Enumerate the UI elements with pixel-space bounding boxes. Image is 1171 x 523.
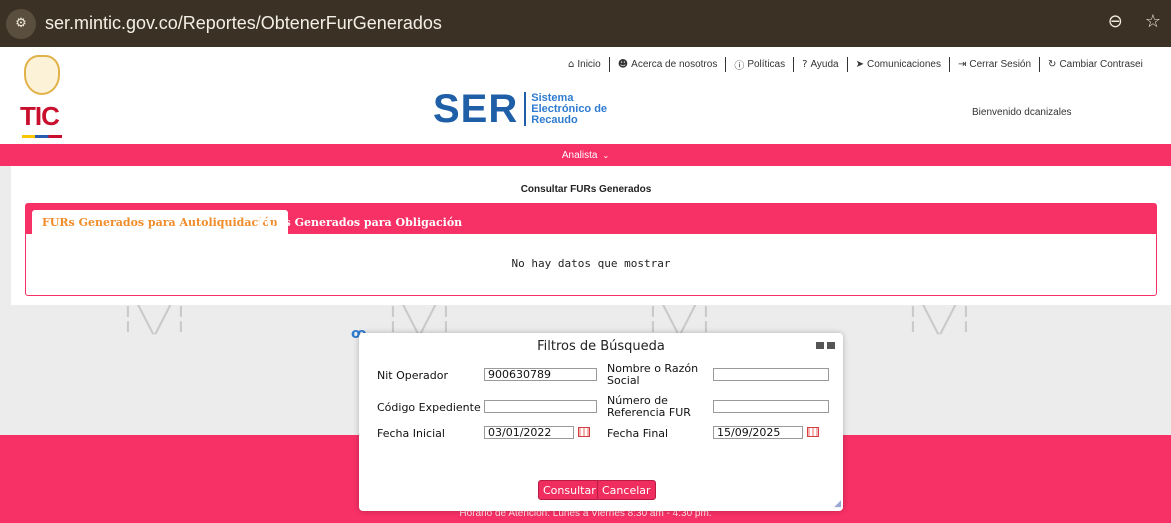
nav-label: Políticas (747, 59, 786, 70)
nav-label: Cerrar Sesión (969, 59, 1032, 70)
cancelar-button[interactable]: Cancelar (597, 480, 656, 500)
background-pattern: ╎╲╱╎ (120, 305, 191, 335)
dialog-title: Filtros de Búsqueda (537, 339, 665, 354)
ser-subtitle-line: Sistema (531, 91, 574, 104)
numero-referencia-fur-label: Número de Referencia FUR (607, 395, 691, 419)
calendar-icon[interactable] (807, 427, 819, 437)
background-pattern: ╎╲╱╎ (905, 305, 976, 335)
tab-strip: FURs Generados para Autoliquidación FURs… (26, 204, 1156, 234)
background-pattern: ╎╲╱╎ (645, 305, 716, 335)
tune-icon[interactable]: ⚙ (6, 8, 36, 39)
consultar-button[interactable]: Consultar (538, 480, 601, 500)
chevron-down-icon: ⌄ (602, 150, 610, 160)
tabs-container: FURs Generados para Autoliquidación FURs… (25, 203, 1157, 296)
nav-label: Comunicaciones (867, 59, 941, 70)
help-icon: ? (802, 59, 808, 70)
nav-label: Inicio (577, 59, 601, 70)
dialog-controls (816, 342, 835, 349)
ser-logo-divider (524, 92, 527, 126)
nit-operador-label: Nit Operador (377, 369, 449, 382)
fecha-inicial-label: Fecha Inicial (377, 427, 445, 440)
tic-logo-text: TIC (20, 101, 60, 131)
nav-acerca[interactable]: ☻ Acerca de nosotros (610, 57, 727, 72)
nav-comunicaciones[interactable]: ➤ Comunicaciones (848, 57, 950, 72)
ser-subtitle-line: Electrónico de (531, 102, 608, 115)
nav-label: Ayuda (810, 59, 839, 70)
ser-logo-subtitle: Sistema Electrónico de Recaudo (531, 91, 608, 126)
nombre-razon-social-input[interactable] (713, 368, 829, 381)
label-line: Referencia FUR (607, 406, 691, 419)
home-icon: ⌂ (568, 59, 575, 70)
maximize-icon[interactable] (827, 342, 835, 349)
fecha-final-input[interactable] (713, 426, 803, 439)
ser-logo-text: SER (433, 87, 519, 131)
fecha-inicial-input[interactable] (484, 426, 574, 439)
send-icon: ➤ (855, 59, 865, 70)
refresh-icon: ↻ (1048, 59, 1057, 70)
nombre-razon-social-label: Nombre o Razón Social (607, 363, 698, 387)
menu-analista[interactable]: Analista ⌄ (562, 150, 609, 161)
numero-referencia-fur-input[interactable] (713, 400, 829, 413)
flag-stripe (22, 135, 62, 138)
ser-logo: SER Sistema Electrónico de Recaudo (433, 89, 607, 129)
content-panel: Consultar FURs Generados FURs Generados … (11, 166, 1171, 305)
browser-address-bar: ⚙ ser.mintic.gov.co/Reportes/ObtenerFurG… (0, 0, 1171, 47)
info-icon: ⓘ (734, 61, 745, 72)
top-nav: ⌂ Inicio ☻ Acerca de nosotros ⓘ Política… (560, 57, 1151, 72)
search-filters-dialog: Filtros de Búsqueda Nit Operador Nombre … (359, 333, 843, 511)
calendar-icon[interactable] (578, 427, 590, 437)
nav-label: Cambiar Contrasei (1059, 59, 1143, 70)
star-icon[interactable]: ☆ (1145, 11, 1161, 32)
welcome-text: Bienvenido dcanizales (972, 107, 1072, 118)
page-title: Consultar FURs Generados (520, 184, 652, 195)
nav-politicas[interactable]: ⓘ Políticas (726, 57, 795, 72)
tic-logo: TIC (20, 55, 66, 138)
menu-analista-label: Analista (561, 149, 598, 161)
minimize-icon[interactable] (816, 342, 824, 349)
coat-of-arms-icon (24, 55, 60, 95)
codigo-expediente-label: Código Expediente (377, 401, 481, 414)
url-text[interactable]: ser.mintic.gov.co/Reportes/ObtenerFurGen… (45, 13, 442, 34)
nav-cambiar-contrasena[interactable]: ↻ Cambiar Contrasei (1040, 57, 1151, 72)
nav-inicio[interactable]: ⌂ Inicio (560, 57, 610, 72)
nav-label: Acerca de nosotros (631, 59, 718, 70)
resize-grip-icon[interactable]: ◢ (834, 499, 841, 509)
main-menu-bar: Analista ⌄ (0, 144, 1171, 166)
zoom-out-icon[interactable]: ⊖ (1108, 11, 1123, 32)
ser-subtitle-line: Recaudo (531, 113, 578, 126)
users-icon: ☻ (617, 59, 629, 70)
background-pattern: ╎╲╱╎ (385, 305, 456, 335)
nav-ayuda[interactable]: ? Ayuda (794, 57, 848, 72)
nav-cerrar-sesion[interactable]: ⇥ Cerrar Sesión (950, 57, 1041, 72)
fecha-final-label: Fecha Final (607, 427, 669, 440)
no-data-message: No hay datos que mostrar (511, 257, 671, 270)
tab-obligacion[interactable]: FURs Generados para Obligación (248, 210, 472, 234)
page-header: ⌂ Inicio ☻ Acerca de nosotros ⓘ Política… (0, 47, 1171, 144)
codigo-expediente-input[interactable] (484, 400, 597, 413)
label-line: Social (607, 374, 640, 387)
logout-icon: ⇥ (957, 59, 967, 70)
nit-operador-input[interactable] (484, 368, 597, 381)
